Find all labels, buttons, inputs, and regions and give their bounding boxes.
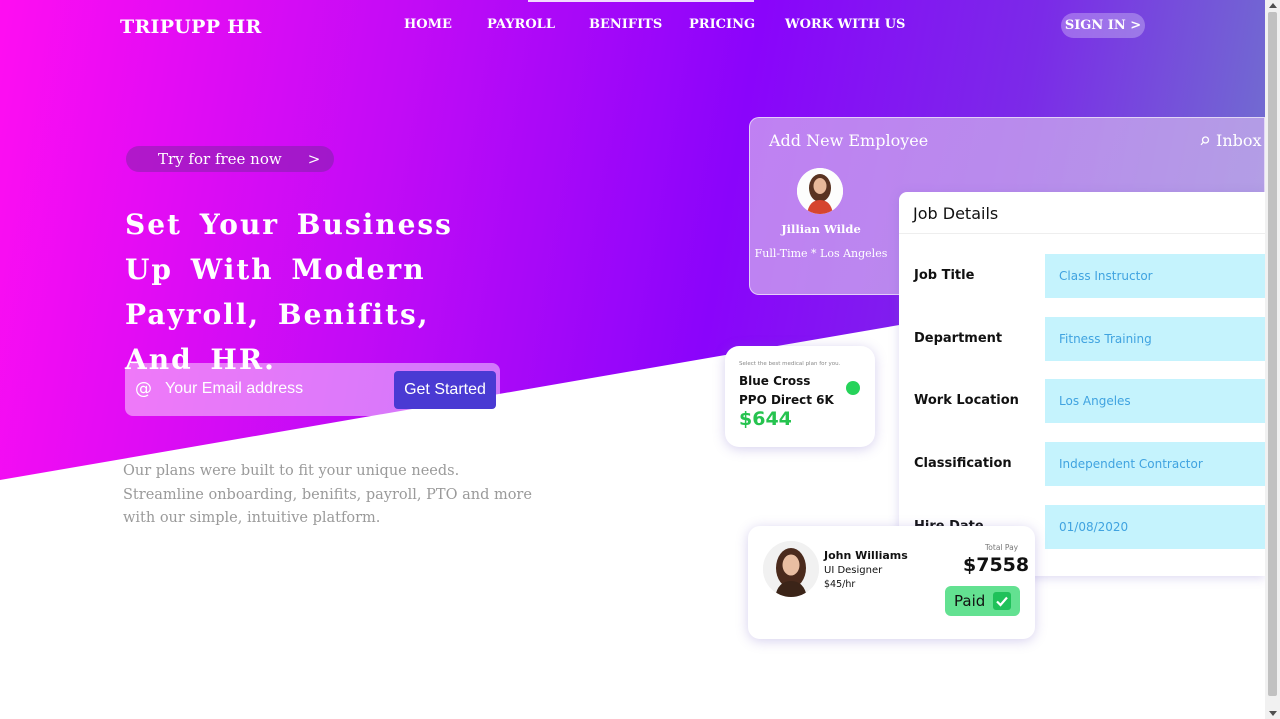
job-value[interactable]: Independent Contractor [1045,442,1265,486]
employee-subtitle: Full-Time * Los Angeles [754,247,888,260]
nav-benifits[interactable]: BENIFITS [589,17,662,32]
job-label: Work Location [914,393,1019,408]
job-label: Classification [914,456,1012,471]
email-input[interactable] [165,377,385,401]
brand-logo[interactable]: TRIPUPP HR [120,16,262,38]
vertical-scrollbar[interactable] [1265,0,1280,719]
total-pay-amount: $7558 [963,554,1030,576]
nav-pricing[interactable]: PRICING [689,17,755,32]
at-sign-icon: @ [135,379,152,399]
add-employee-title: Add New Employee [769,131,929,150]
scrollbar-thumb[interactable] [1268,12,1277,696]
employee-avatar [797,168,843,214]
try-free-button[interactable]: Try for free now > [126,146,334,172]
job-row-classification: Classification Independent Contractor [899,442,1265,486]
plan-selected-dot[interactable] [846,381,860,395]
plan-hint: Select the best medical plan for you. [739,361,841,367]
job-value[interactable]: Fitness Training [1045,317,1265,361]
hero-description: Our plans were built to fit your unique … [123,463,532,526]
job-value[interactable]: 01/08/2020 [1045,505,1265,549]
top-highlight-bar [528,0,754,2]
payment-card: John Williams UI Designer $45/hr Total P… [748,526,1035,639]
hero-headline: Set Your Business Up With Modern Payroll… [125,208,453,376]
search-icon [1200,135,1210,145]
inbox-label: Inbox [1216,131,1262,150]
plan-name-line1: Blue Cross [739,374,811,388]
plan-price: $644 [739,408,792,430]
employee-name: Jillian Wilde [781,222,861,236]
job-row-title: Job Title Class Instructor [899,254,1265,298]
paid-status-badge[interactable]: Paid [945,586,1020,616]
total-pay-label: Total Pay [985,543,1019,552]
job-value[interactable]: Class Instructor [1045,254,1265,298]
try-free-label: Try for free now [158,150,282,168]
nav-work-with-us[interactable]: WORK WITH US [785,17,905,32]
payee-role: UI Designer [824,565,883,576]
chevron-right-icon: > [307,150,321,168]
job-details-card: Job Details Job Title Class Instructor D… [899,192,1265,576]
nav-payroll[interactable]: PAYROLL [487,17,555,32]
job-label: Department [914,331,1003,346]
inbox-link[interactable]: Inbox [1200,131,1262,150]
checkmark-icon [993,592,1011,610]
paid-status-label: Paid [954,592,986,610]
nav-home[interactable]: HOME [404,17,452,32]
plan-name: Blue Cross PPO Direct 6K [739,372,834,410]
get-started-button[interactable]: Get Started [394,371,496,409]
sign-in-button[interactable]: SIGN IN > [1061,13,1145,38]
payee-name: John Williams [824,549,908,562]
job-value[interactable]: Los Angeles [1045,379,1265,423]
job-row-location: Work Location Los Angeles [899,379,1265,423]
job-row-department: Department Fitness Training [899,317,1265,361]
email-signup-form: @ Get Started [125,363,500,416]
job-details-title: Job Details [913,204,999,223]
job-label: Job Title [914,268,975,283]
medical-plan-card: Select the best medical plan for you. Bl… [725,346,875,447]
scroll-down-arrow-icon[interactable] [1269,711,1277,716]
divider [899,233,1265,234]
payee-rate: $45/hr [824,579,856,590]
payee-avatar [763,541,819,597]
scroll-up-arrow-icon[interactable] [1269,3,1277,8]
